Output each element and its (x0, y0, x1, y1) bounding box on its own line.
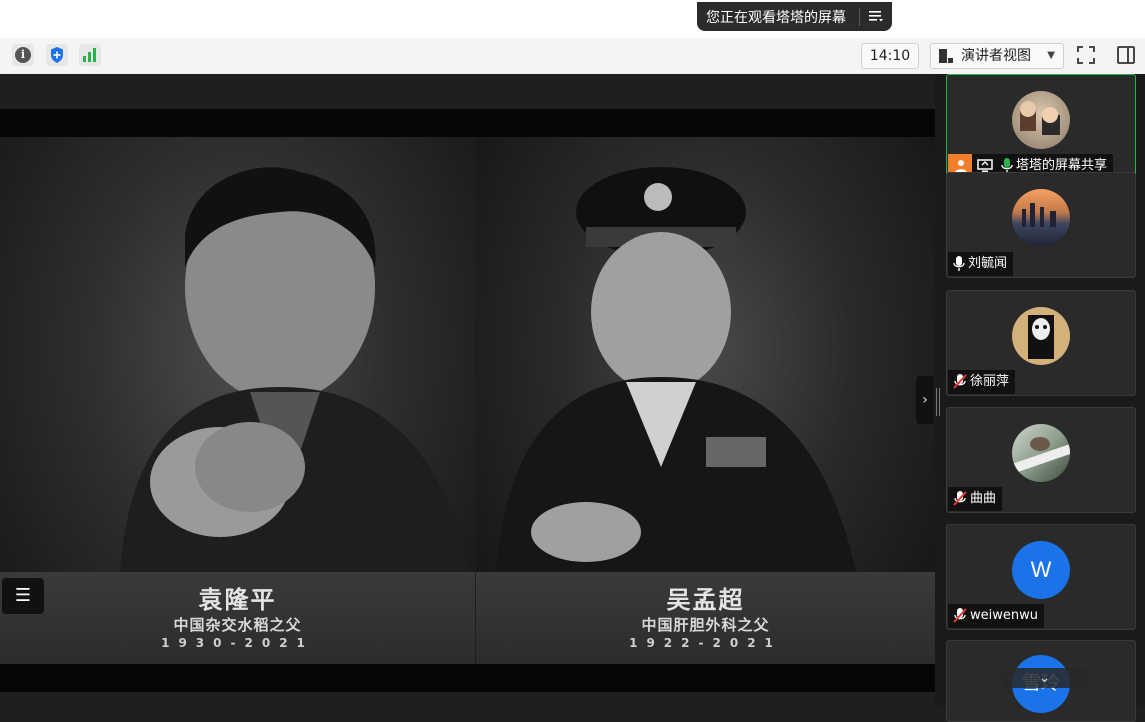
portrait-figure-right (496, 167, 856, 572)
participant-tile[interactable]: 塔塔的屏幕共享 (946, 74, 1136, 180)
avatar: W (1012, 541, 1070, 599)
signal-icon[interactable] (79, 44, 101, 66)
participant-name: weiwenwu (970, 608, 1038, 623)
info-icon[interactable]: i (12, 44, 34, 66)
scroll-down-chevron-icon[interactable]: ⌄ (1002, 668, 1087, 688)
shield-icon[interactable] (46, 44, 68, 66)
avatar (1012, 424, 1070, 482)
avatar (1012, 307, 1070, 365)
memorial-photo-left: 袁隆平 中国杂交水稻之父 1930-2021 (0, 137, 475, 664)
letterbox-bottom (0, 664, 935, 692)
fullscreen-icon[interactable] (1075, 44, 1097, 66)
window-top-strip (0, 0, 1145, 38)
chevron-right-icon[interactable]: › (916, 376, 934, 424)
screen-share-banner: 您正在观看塔塔的屏幕 (697, 2, 892, 31)
participant-name-tag: 曲曲 (948, 487, 1003, 511)
participant-name: 刘毓闻 (968, 256, 1008, 271)
speaker-view-icon (939, 49, 953, 63)
letterbox-top (0, 109, 935, 137)
list-menu-icon[interactable] (860, 8, 892, 26)
participant-tile[interactable]: 曲曲 (946, 407, 1136, 513)
participant-tile[interactable]: W weiwenwu (946, 524, 1136, 630)
panel-resize-handle[interactable] (936, 388, 940, 416)
participant-tile[interactable]: 刘毓闻 (946, 172, 1136, 278)
participant-name: 曲曲 (970, 491, 997, 506)
participant-name-tag: weiwenwu (948, 604, 1044, 628)
screen-share-icon (977, 159, 993, 172)
caption-left: 袁隆平 中国杂交水稻之父 1930-2021 (0, 572, 475, 664)
participant-name-tag: 徐丽萍 (948, 370, 1016, 394)
share-banner-text: 您正在观看塔塔的屏幕 (706, 9, 846, 26)
avatar (1012, 189, 1070, 247)
portrait-figure-left (120, 167, 470, 572)
person-name-left: 袁隆平 (198, 585, 277, 614)
shared-screen-area: 袁隆平 中国杂交水稻之父 1930-2021 吴孟超 中国肝胆外科之父 1922… (0, 74, 935, 705)
person-title-left: 中国杂交水稻之父 (173, 616, 302, 634)
person-title-right: 中国肝胆外科之父 (641, 616, 770, 634)
microphone-muted-icon (953, 491, 967, 506)
participant-tile[interactable]: 徐丽萍 (946, 290, 1136, 396)
microphone-muted-icon (953, 374, 967, 389)
participant-name-tag: 刘毓闻 (948, 252, 1014, 276)
view-mode-dropdown[interactable]: 演讲者视图 ▼ (930, 43, 1064, 69)
chevron-down-icon: ▼ (1047, 50, 1055, 61)
caption-right: 吴孟超 中国肝胆外科之父 1922-2021 (476, 572, 935, 664)
participant-name: 徐丽萍 (970, 374, 1010, 389)
microphone-icon (953, 256, 965, 271)
person-name-right: 吴孟超 (666, 585, 745, 614)
memorial-photo-right: 吴孟超 中国肝胆外科之父 1922-2021 (476, 137, 935, 664)
avatar (1012, 91, 1070, 149)
person-years-left: 1930-2021 (161, 636, 314, 650)
sidebar-toggle-icon[interactable] (1115, 44, 1137, 66)
microphone-muted-icon (953, 608, 967, 623)
person-years-right: 1922-2021 (629, 636, 782, 650)
view-mode-label: 演讲者视图 (961, 48, 1031, 64)
meeting-toolbar: i 14:10 演讲者视图 ▼ (0, 38, 1145, 75)
meeting-timer: 14:10 (861, 43, 919, 69)
list-icon[interactable]: ☰ (2, 578, 44, 614)
